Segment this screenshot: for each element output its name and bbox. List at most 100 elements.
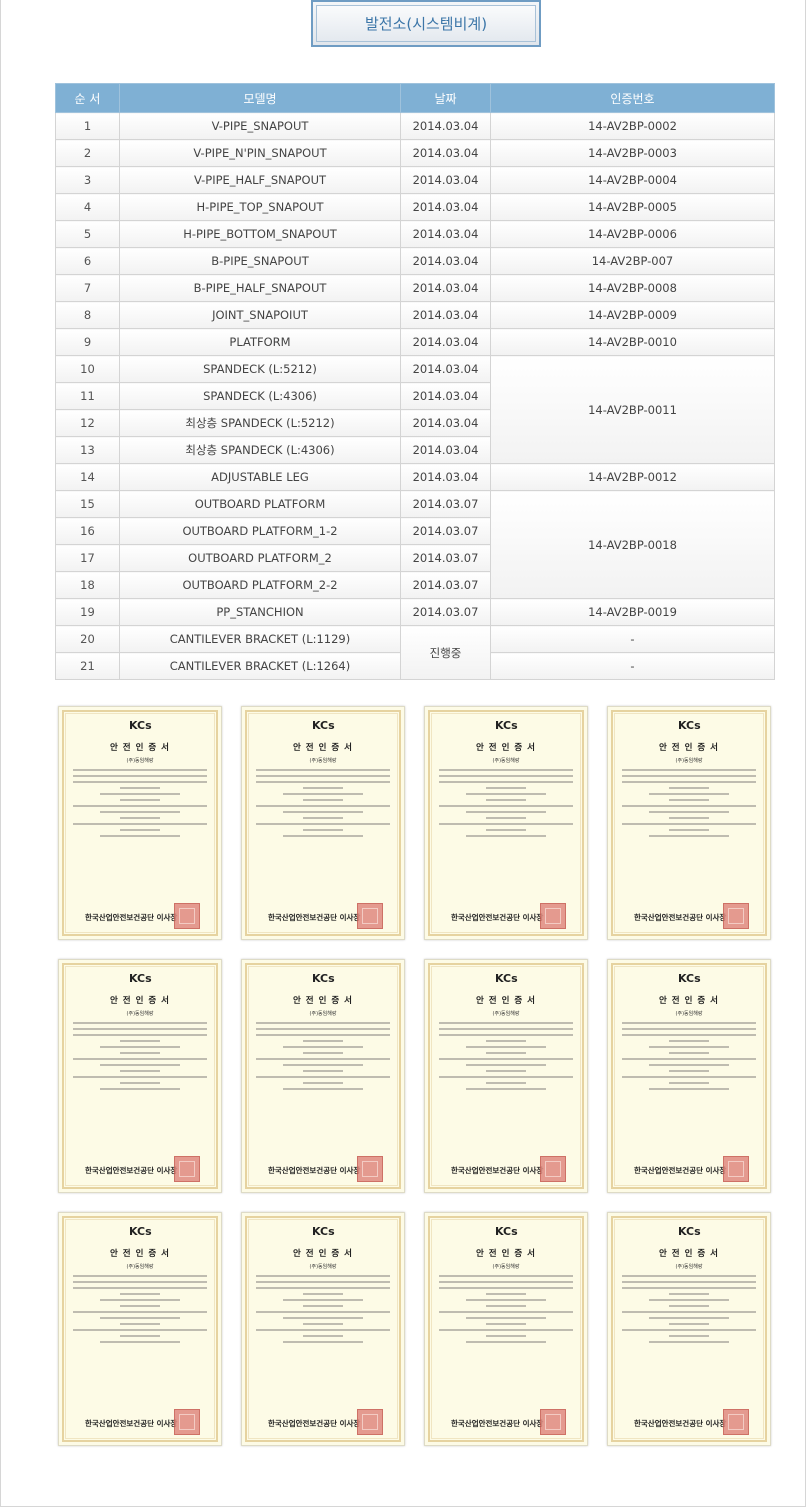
- row-cert: 14-AV2BP-0006: [490, 220, 775, 248]
- certificate-title: 안 전 인 증 서: [110, 743, 170, 753]
- certificate-image: KCs 안 전 인 증 서 (주)동임해랑 한국산업안전보건공단 이사장: [241, 959, 405, 1193]
- row-no: 6: [55, 247, 120, 275]
- certificate-body: [622, 769, 756, 841]
- row-date: 2014.03.04: [400, 328, 491, 356]
- table-row: 19 PP_STANCHION 2014.03.07 14-AV2BP-0019: [55, 598, 775, 626]
- row-no: 7: [55, 274, 120, 302]
- row-cert: 14-AV2BP-0004: [490, 166, 775, 194]
- kcs-logo: KCs: [678, 972, 701, 985]
- row-date: 2014.03.07: [400, 490, 491, 518]
- row-no: 4: [55, 193, 120, 221]
- official-seal: [723, 1156, 749, 1182]
- certificate-title: 안 전 인 증 서: [659, 996, 719, 1006]
- row-date: 2014.03.04: [400, 382, 491, 410]
- certificate-title: 안 전 인 증 서: [659, 743, 719, 753]
- certificate-title: 안 전 인 증 서: [293, 743, 353, 753]
- row-cert: 14-AV2BP-0010: [490, 328, 775, 356]
- table-row: 1 V-PIPE_SNAPOUT 2014.03.04 14-AV2BP-0002: [55, 112, 775, 140]
- certificate-company: (주)동임해랑: [126, 1264, 154, 1270]
- kcs-logo: KCs: [495, 719, 518, 732]
- kcs-logo: KCs: [129, 719, 152, 732]
- row-no: 8: [55, 301, 120, 329]
- certificate-image: KCs 안 전 인 증 서 (주)동임해랑한국산업안전보건공단 이사장: [424, 959, 588, 1193]
- row-cert: 14-AV2BP-0019: [490, 598, 775, 626]
- table-row: 9 PLATFORM 2014.03.04 14-AV2BP-0010: [55, 328, 775, 356]
- row-no: 12: [55, 409, 120, 437]
- certificate-title: 안 전 인 증 서: [293, 1249, 353, 1259]
- row-model: OUTBOARD PLATFORM_2-2: [119, 571, 401, 599]
- certificate-issuer: 한국산업안전보건공단 이사장: [451, 1166, 544, 1175]
- row-no: 17: [55, 544, 120, 572]
- row-cert: 14-AV2BP-007: [490, 247, 775, 275]
- certificate-body: [439, 1022, 573, 1094]
- row-model: 최상층 SPANDECK (L:4306): [119, 436, 401, 464]
- row-no: 16: [55, 517, 120, 545]
- row-no: 19: [55, 598, 120, 626]
- row-model: 최상층 SPANDECK (L:5212): [119, 409, 401, 437]
- certificate-company: (주)동임해랑: [675, 758, 703, 764]
- table-row: 4 H-PIPE_TOP_SNAPOUT 2014.03.04 14-AV2BP-00…: [55, 193, 775, 221]
- certificate-body: [256, 1022, 390, 1094]
- row-model: H-PIPE_BOTTOM_SNAPOUT: [119, 220, 401, 248]
- row-cert: 14-AV2BP-0018: [490, 490, 775, 599]
- col-header-date: 날짜: [400, 83, 491, 113]
- row-no: 18: [55, 571, 120, 599]
- official-seal: [723, 1409, 749, 1435]
- row-cert: 14-AV2BP-0002: [490, 112, 775, 140]
- certificate-body: [256, 769, 390, 841]
- certificate-issuer: 한국산업안전보건공단 이사장: [268, 913, 361, 922]
- table-row: 10 SPANDECK (L:5212) 2014.03.04 14-AV2BP-00…: [55, 355, 775, 464]
- row-cert: 14-AV2BP-0003: [490, 139, 775, 167]
- official-seal: [540, 1409, 566, 1435]
- row-cert: 14-AV2BP-0008: [490, 274, 775, 302]
- row-date: 2014.03.04: [400, 463, 491, 491]
- certificate-company: (주)동임해랑: [492, 1011, 520, 1017]
- certificate-issuer: 한국산업안전보건공단 이사장: [634, 1166, 727, 1175]
- certificate-title: 안 전 인 증 서: [476, 1249, 536, 1259]
- certificate-image: KCs 안 전 인 증 서 (주)동임해랑 한국산업안전보건공단 이사장: [607, 706, 771, 940]
- kcs-logo: KCs: [312, 719, 335, 732]
- certificate-image: KCs 안 전 인 증 서 (주)동임해랑 한국산업안전보건공단 이사장: [58, 706, 222, 940]
- certificate-body: [439, 769, 573, 841]
- kcs-logo: KCs: [495, 972, 518, 985]
- certificate-body: [439, 1275, 573, 1347]
- row-cert: 14-AV2BP-0009: [490, 301, 775, 329]
- table-header-row: 순 서 모델명 날짜 인증번호: [55, 83, 775, 113]
- certificate-company: (주)동임해랑: [126, 1011, 154, 1017]
- official-seal: [540, 1156, 566, 1182]
- certificate-title: 안 전 인 증 서: [476, 996, 536, 1006]
- kcs-logo: KCs: [678, 1225, 701, 1238]
- certificate-image: KCs 안 전 인 증 서 (주)동임해랑 한국산업안전보건공단 이사장: [241, 1212, 405, 1446]
- official-seal: [357, 1409, 383, 1435]
- official-seal: [540, 903, 566, 929]
- row-cert: -: [490, 625, 775, 653]
- official-seal: [174, 1409, 200, 1435]
- kcs-logo: KCs: [129, 1225, 152, 1238]
- table-row: 7 B-PIPE_HALF_SNAPOUT 2014.03.04 14-AV2BP-0…: [55, 274, 775, 302]
- certificate-company: (주)동임해랑: [675, 1264, 703, 1270]
- certification-table: 순 서 모델명 날짜 인증번호 1 V-PIPE_SNAPOUT 2014.03.0…: [55, 83, 775, 680]
- official-seal: [174, 903, 200, 929]
- row-date: 2014.03.04: [400, 247, 491, 275]
- kcs-logo: KCs: [495, 1225, 518, 1238]
- certificate-body: [73, 769, 207, 841]
- row-model: V-PIPE_HALF_SNAPOUT: [119, 166, 401, 194]
- row-date: 2014.03.04: [400, 436, 491, 464]
- certificate-issuer: 한국산업안전보건공단 이사장: [451, 913, 544, 922]
- certificate-image: KCs 안 전 인 증 서 (주)동임해랑 한국산업안전보건공단 이사장: [424, 706, 588, 940]
- row-no: 13: [55, 436, 120, 464]
- row-date: 2014.03.07: [400, 544, 491, 572]
- certificate-issuer: 한국산업안전보건공단 이사장: [634, 913, 727, 922]
- certificate-issuer: 한국산업안전보건공단 이사장: [85, 913, 178, 922]
- row-model: PP_STANCHION: [119, 598, 401, 626]
- row-date: 2014.03.07: [400, 517, 491, 545]
- kcs-logo: KCs: [312, 1225, 335, 1238]
- certificate-company: (주)동임해랑: [492, 1264, 520, 1270]
- certificate-title: 안 전 인 증 서: [293, 996, 353, 1006]
- certificate-title: 안 전 인 증 서: [659, 1249, 719, 1259]
- certificate-body: [73, 1022, 207, 1094]
- row-model: SPANDECK (L:4306): [119, 382, 401, 410]
- table-row: 8 JOINT_SNAPOIUT 2014.03.04 14-AV2BP-0009: [55, 301, 775, 329]
- row-model: PLATFORM: [119, 328, 401, 356]
- row-no: 11: [55, 382, 120, 410]
